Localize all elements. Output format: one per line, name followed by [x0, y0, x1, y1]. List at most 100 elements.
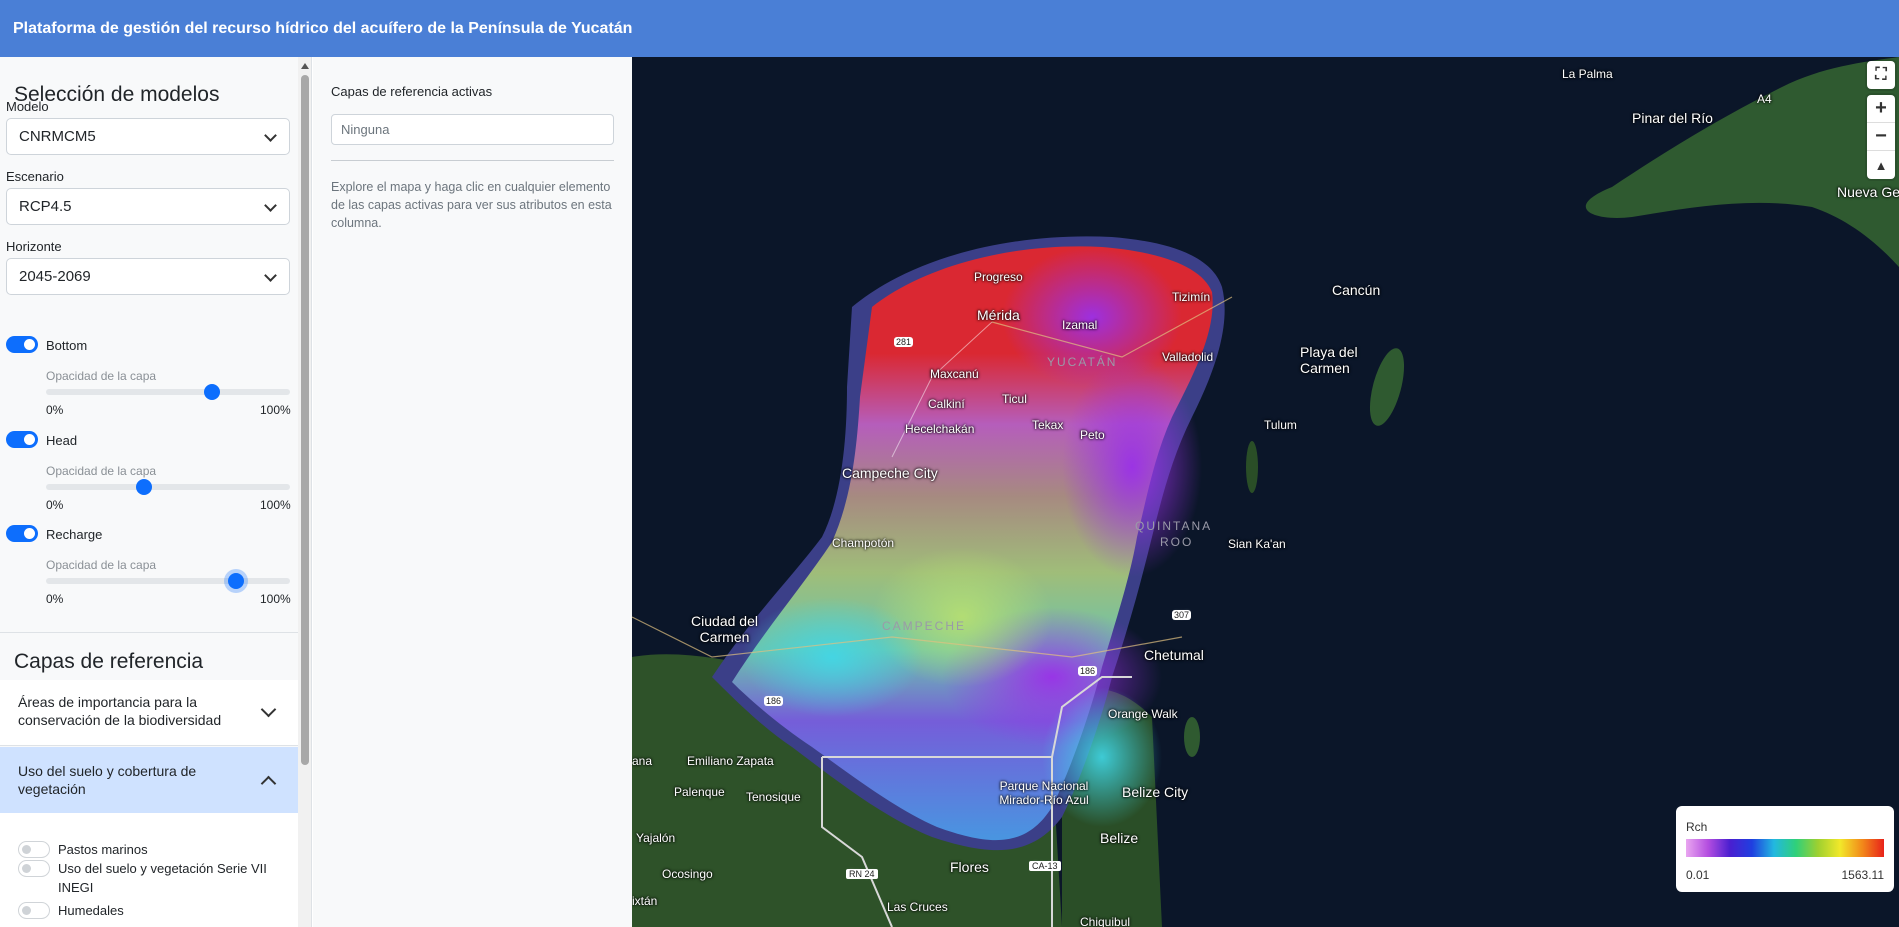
- expand-icon[interactable]: ⛶: [1867, 61, 1895, 89]
- accordion-label: Áreas de importancia para la conservació…: [18, 694, 222, 728]
- accordion-biodiversity[interactable]: Áreas de importancia para la conservació…: [0, 680, 298, 746]
- map-label: Tenosique: [746, 790, 801, 804]
- head-opacity-label: Opacidad de la capa: [46, 464, 157, 478]
- map-canvas[interactable]: [632, 57, 1899, 927]
- map-label: Nueva Ger: [1837, 184, 1899, 200]
- active-layers-field[interactable]: Ninguna: [331, 114, 614, 145]
- map-label: Tulum: [1264, 418, 1297, 432]
- horizon-select-value: 2045-2069: [19, 268, 91, 285]
- wetlands-toggle[interactable]: [18, 902, 50, 919]
- chevron-up-icon: [260, 775, 277, 792]
- slider-min-label: 0%: [46, 592, 64, 606]
- map-label: Playa del Carmen: [1300, 344, 1358, 376]
- map-label: Sian Ka'an: [1228, 537, 1286, 551]
- slider-max-label: 100%: [260, 498, 291, 512]
- chevron-down-icon: [264, 129, 277, 142]
- seagrass-label: Pastos marinos: [58, 842, 148, 857]
- map-label: Maxcanú: [930, 367, 979, 381]
- map-label: Flores: [950, 859, 989, 875]
- map-label: Hecelchakán: [905, 422, 975, 436]
- map-label: YUCATÁN: [1047, 355, 1118, 369]
- bottom-opacity-slider[interactable]: [46, 384, 290, 400]
- divider: [331, 160, 614, 161]
- legend-min: 0.01: [1686, 868, 1710, 882]
- scroll-up-icon[interactable]: [301, 63, 309, 69]
- map-label: Yajalón: [636, 831, 676, 845]
- zoom-control[interactable]: + − ▲: [1867, 95, 1895, 179]
- slider-thumb[interactable]: [135, 479, 152, 495]
- bottom-layer-label: Bottom: [46, 338, 88, 353]
- model-label: Modelo: [6, 99, 49, 114]
- zoom-out-icon[interactable]: −: [1867, 123, 1895, 151]
- seagrass-toggle[interactable]: [18, 841, 50, 858]
- map-label: Belize: [1100, 830, 1139, 846]
- route-shield: CA-13: [1029, 861, 1061, 871]
- map-label: Champotón: [832, 536, 895, 550]
- model-select[interactable]: CNRMCM5: [6, 118, 290, 155]
- map-label: Ciudad del Carmen: [691, 613, 758, 645]
- reference-heading: Capas de referencia: [14, 650, 204, 673]
- map-label: Valladolid: [1162, 350, 1214, 364]
- chevron-down-icon: [264, 269, 277, 282]
- accordion-label: Uso del suelo y cobertura de vegetación: [18, 763, 197, 797]
- map-label: Las Cruces: [887, 900, 948, 914]
- accordion-land-use[interactable]: Uso del suelo y cobertura de vegetación: [0, 747, 298, 813]
- map-label: Mérida: [977, 307, 1020, 323]
- scenario-select-value: RCP4.5: [19, 198, 72, 215]
- route-shield: 281: [894, 337, 914, 347]
- app-title: Plataforma de gestión del recurso hídric…: [13, 19, 633, 37]
- route-shield: 186: [1078, 666, 1098, 676]
- slider-thumb[interactable]: [203, 384, 220, 400]
- map-label: Ticul: [1002, 392, 1027, 406]
- map-label: Campeche City: [842, 465, 938, 481]
- map-view[interactable]: La Palma A4 Pinar del Río Nueva Ger Prog…: [632, 57, 1899, 927]
- legend-title: Rch: [1686, 820, 1708, 834]
- bottom-layer-toggle[interactable]: [6, 336, 38, 353]
- map-label: Cancún: [1332, 282, 1381, 298]
- app-header: Plataforma de gestión del recurso hídric…: [0, 0, 1899, 57]
- map-label: Chiquibul: [1080, 915, 1131, 927]
- fullscreen-control[interactable]: ⛶: [1867, 61, 1895, 89]
- route-shield: 307: [1172, 610, 1192, 620]
- scenario-label: Escenario: [6, 169, 64, 184]
- recharge-opacity-label: Opacidad de la capa: [46, 558, 157, 572]
- slider-min-label: 0%: [46, 403, 64, 417]
- slider-thumb[interactable]: [228, 573, 245, 589]
- wetlands-label: Humedales: [58, 903, 124, 918]
- scrollbar-thumb[interactable]: [301, 75, 309, 765]
- head-layer-toggle[interactable]: [6, 431, 38, 448]
- bottom-opacity-label: Opacidad de la capa: [46, 369, 157, 383]
- slider-max-label: 100%: [260, 403, 291, 417]
- horizon-label: Horizonte: [6, 239, 62, 254]
- map-label: ROO: [1160, 535, 1194, 549]
- horizon-select[interactable]: 2045-2069: [6, 258, 290, 295]
- map-label: Ocosingo: [662, 867, 713, 881]
- map-label: QUINTANA: [1135, 519, 1213, 533]
- map-legend: Rch 0.01 1563.11: [1676, 806, 1894, 892]
- map-label: Belize City: [1122, 784, 1189, 800]
- map-label: Izamal: [1062, 318, 1098, 332]
- active-layers-title: Capas de referencia activas: [331, 84, 493, 99]
- land-use-inegi-toggle[interactable]: [18, 860, 50, 877]
- map-label: Progreso: [974, 270, 1023, 284]
- legend-color-ramp: [1686, 839, 1884, 857]
- map-label: Parque Nacional Mirador-Río Azul: [999, 779, 1089, 807]
- zoom-in-icon[interactable]: +: [1867, 95, 1895, 123]
- recharge-layer-label: Recharge: [46, 527, 103, 542]
- route-shield: 186: [764, 696, 784, 706]
- recharge-opacity-slider[interactable]: [46, 573, 290, 589]
- map-label: Palenque: [674, 785, 725, 799]
- land-use-inegi-label: Uso del suelo y vegetación Serie VII INE…: [58, 861, 267, 895]
- map-label: Peto: [1080, 428, 1105, 442]
- scrollbar[interactable]: [298, 57, 311, 927]
- route-shield: RN 24: [846, 869, 878, 879]
- recharge-layer-toggle[interactable]: [6, 525, 38, 542]
- scenario-select[interactable]: RCP4.5: [6, 188, 290, 225]
- compass-icon[interactable]: ▲: [1867, 151, 1895, 179]
- map-label: A4: [1757, 92, 1772, 106]
- map-label: Emiliano Zapata: [687, 754, 774, 768]
- head-opacity-slider[interactable]: [46, 479, 290, 495]
- map-label: Tekax: [1032, 418, 1064, 432]
- map-label: Tizimín: [1172, 290, 1211, 304]
- model-select-value: CNRMCM5: [19, 128, 96, 145]
